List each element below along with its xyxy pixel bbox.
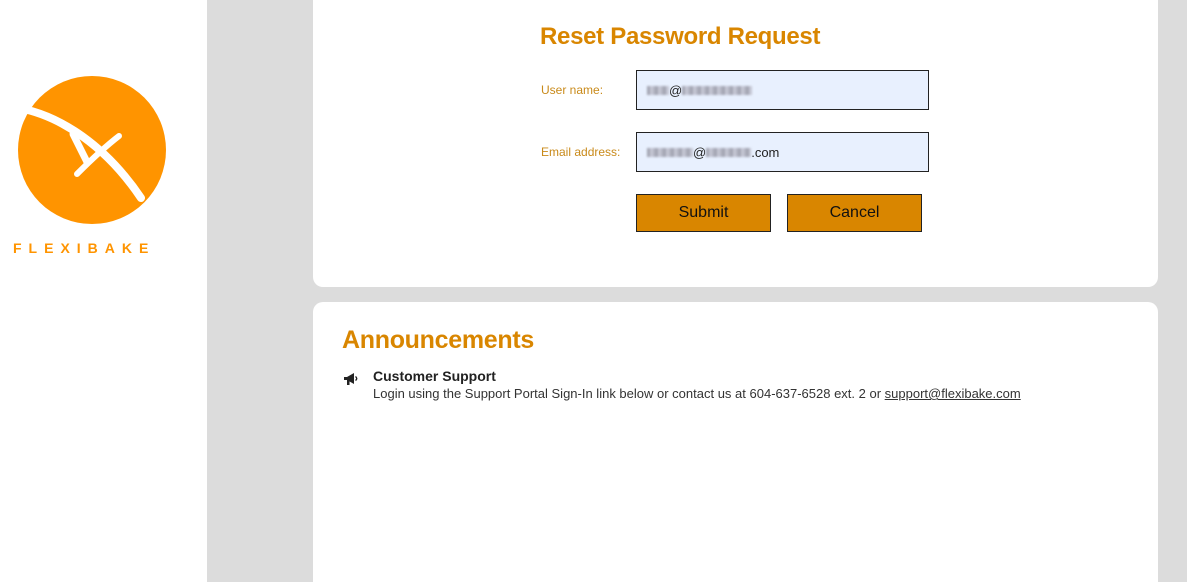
flexibake-logo-icon: FLEXIBAKE bbox=[13, 76, 166, 256]
announcement-text: Login using the Support Portal Sign-In l… bbox=[373, 386, 882, 401]
email-at: @ bbox=[693, 144, 707, 160]
flexibake-logo: FLEXIBAKE bbox=[11, 76, 173, 266]
announcements-card: Announcements Customer Support Login usi… bbox=[313, 302, 1158, 582]
megaphone-icon bbox=[343, 372, 359, 386]
redacted-text bbox=[706, 147, 752, 157]
email-suffix: .com bbox=[751, 144, 780, 160]
announcement-title: Customer Support bbox=[373, 368, 496, 384]
support-email-link[interactable]: support@flexibake.com bbox=[885, 386, 1021, 401]
email-label: Email address: bbox=[541, 145, 621, 159]
redacted-text bbox=[647, 147, 693, 157]
username-at: @ bbox=[669, 82, 683, 98]
sidebar: FLEXIBAKE bbox=[0, 0, 207, 582]
main-content: Reset Password Request User name: @ Emai… bbox=[207, 0, 1187, 582]
reset-title: Reset Password Request bbox=[540, 23, 821, 50]
announcements-title: Announcements bbox=[342, 326, 534, 354]
announcement-body: Login using the Support Portal Sign-In l… bbox=[373, 386, 1021, 401]
redacted-text bbox=[682, 85, 753, 95]
cancel-button[interactable]: Cancel bbox=[787, 194, 922, 232]
email-field[interactable]: @ .com bbox=[636, 132, 929, 172]
username-label: User name: bbox=[541, 83, 604, 97]
submit-button[interactable]: Submit bbox=[636, 194, 771, 232]
username-field[interactable]: @ bbox=[636, 70, 929, 110]
reset-password-card: Reset Password Request User name: @ Emai… bbox=[313, 0, 1158, 287]
redacted-text bbox=[647, 85, 669, 95]
brand-wordmark: FLEXIBAKE bbox=[13, 240, 155, 256]
